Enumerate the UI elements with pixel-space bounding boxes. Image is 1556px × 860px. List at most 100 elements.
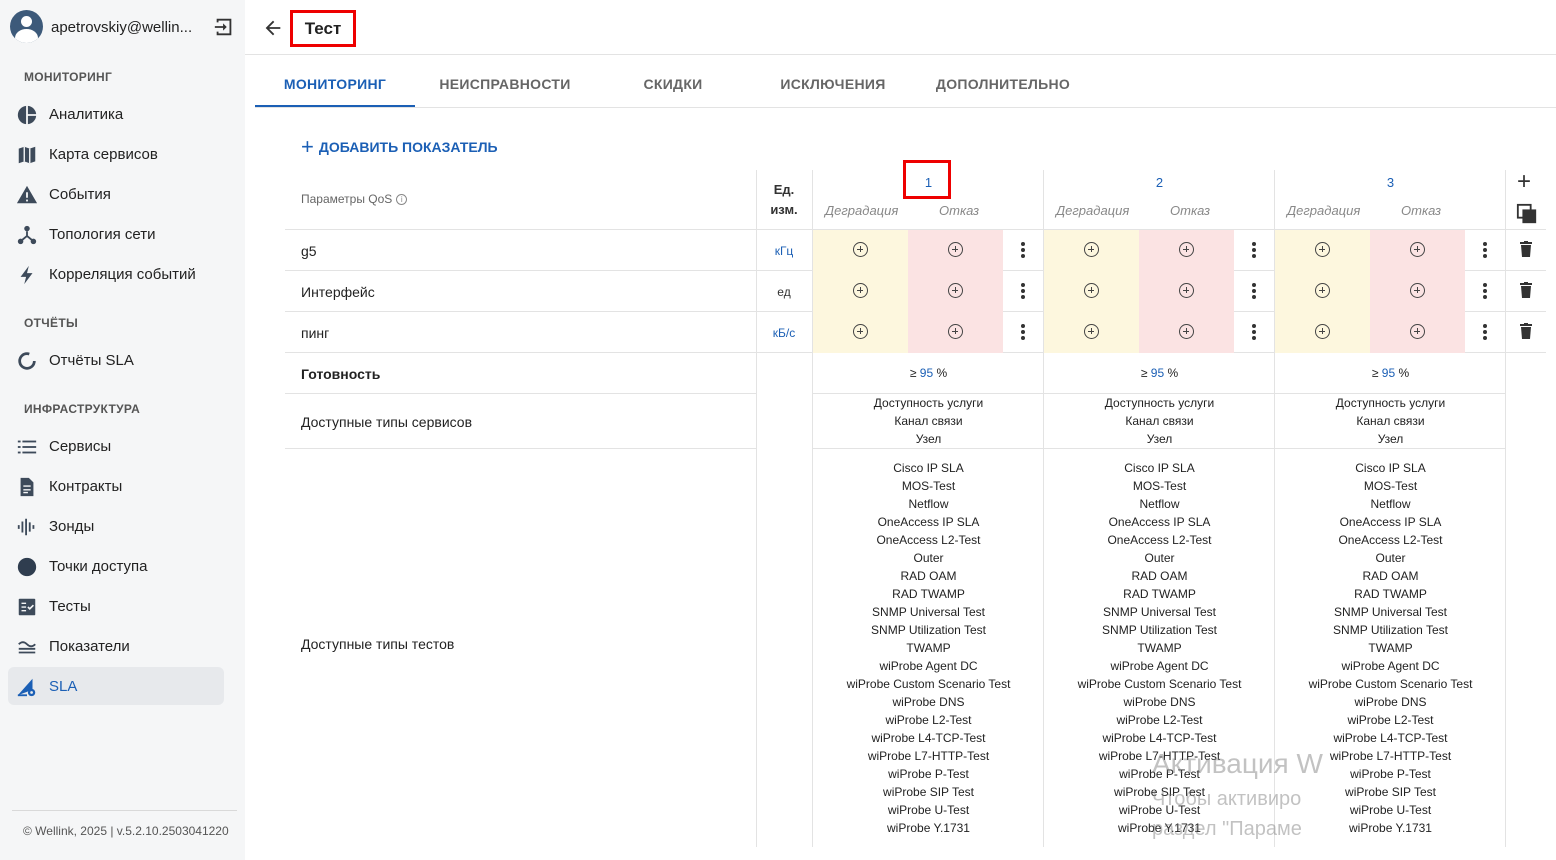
sidebar-item-events[interactable]: События (8, 175, 224, 213)
delete-icon[interactable] (1520, 241, 1532, 257)
add-circle-icon[interactable] (948, 242, 963, 257)
tab-exclusions[interactable]: ИСКЛЮЧЕНИЯ (753, 66, 913, 108)
add-circle-icon[interactable] (1084, 283, 1099, 298)
test-types-label: Доступные типы тестов (301, 636, 455, 652)
add-metric-button[interactable]: + ДОБАВИТЬ ПОКАЗАТЕЛЬ (301, 136, 498, 158)
tab-additional[interactable]: ДОПОЛНИТЕЛЬНО (923, 66, 1083, 108)
add-circle-icon[interactable] (1084, 242, 1099, 257)
sidebar-item-label: Аналитика (49, 106, 124, 123)
sidebar-item-topology[interactable]: Топология сети (8, 215, 224, 253)
failure-cell[interactable] (1370, 230, 1465, 271)
add-circle-icon[interactable] (1179, 242, 1194, 257)
failure-header: Отказ (1401, 203, 1442, 218)
more-vert-icon[interactable] (1483, 283, 1487, 299)
test-type: Outer (1144, 551, 1175, 565)
failure-cell[interactable] (908, 312, 1003, 353)
column-number[interactable]: 1 (813, 175, 1044, 190)
user-row[interactable]: apetrovskiy@wellin... (10, 10, 238, 44)
test-type: wiProbe L4-TCP-Test (1333, 731, 1448, 745)
column-number[interactable]: 2 (1044, 175, 1275, 190)
add-circle-icon[interactable] (853, 242, 868, 257)
degradation-cell[interactable] (813, 230, 908, 271)
failure-cell[interactable] (908, 230, 1003, 271)
test-type: OneAccess IP SLA (1108, 515, 1211, 529)
test-type: Cisco IP SLA (1124, 461, 1195, 475)
delete-icon[interactable] (1520, 282, 1532, 298)
add-circle-icon[interactable] (1315, 242, 1330, 257)
degradation-cell[interactable] (1275, 271, 1370, 312)
add-circle-icon[interactable] (1315, 283, 1330, 298)
sidebar-item-probes[interactable]: Зонды (8, 507, 224, 545)
failure-cell[interactable] (908, 271, 1003, 312)
tab-faults[interactable]: НЕИСПРАВНОСТИ (425, 66, 585, 108)
failure-cell[interactable] (1139, 271, 1234, 312)
add-circle-icon[interactable] (948, 324, 963, 339)
footer-divider (12, 810, 237, 811)
add-circle-icon[interactable] (1315, 324, 1330, 339)
availability-prefix: ≥ (1140, 366, 1148, 380)
sidebar-item-contracts[interactable]: Контракты (8, 467, 224, 505)
sidebar-item-sla[interactable]: SLA (8, 667, 224, 705)
tab-monitoring[interactable]: МОНИТОРИНГ (255, 66, 415, 108)
availability-prefix: ≥ (1371, 366, 1379, 380)
more-vert-icon[interactable] (1252, 283, 1256, 299)
degradation-cell[interactable] (1044, 312, 1139, 353)
test-type: wiProbe L2-Test (1116, 713, 1203, 727)
logout-icon[interactable] (213, 16, 235, 38)
sidebar-item-label: Топология сети (49, 226, 156, 243)
tabs-divider (255, 107, 1556, 108)
degradation-cell[interactable] (813, 312, 908, 353)
sidebar-item-tests[interactable]: Тесты (8, 587, 224, 625)
degradation-cell[interactable] (1044, 230, 1139, 271)
more-vert-icon[interactable] (1021, 242, 1025, 258)
failure-cell[interactable] (1139, 230, 1234, 271)
more-vert-icon[interactable] (1483, 242, 1487, 258)
test-type: wiProbe DNS (1354, 695, 1427, 709)
more-vert-icon[interactable] (1252, 242, 1256, 258)
degradation-cell[interactable] (1044, 271, 1139, 312)
test-type: wiProbe P-Test (888, 767, 969, 781)
delete-icon[interactable] (1520, 323, 1532, 339)
tab-discounts[interactable]: СКИДКИ (593, 66, 753, 108)
add-circle-icon[interactable] (853, 283, 868, 298)
failure-cell[interactable] (1370, 312, 1465, 353)
failure-cell[interactable] (1370, 271, 1465, 312)
test-type: RAD TWAMP (892, 587, 965, 601)
test-type: wiProbe L4-TCP-Test (1102, 731, 1217, 745)
degradation-cell[interactable] (813, 271, 908, 312)
add-circle-icon[interactable] (1084, 324, 1099, 339)
test-type: SNMP Universal Test (1103, 605, 1216, 619)
add-circle-icon[interactable] (853, 324, 868, 339)
metric-unit: кГц (774, 244, 794, 258)
more-vert-icon[interactable] (1252, 324, 1256, 340)
info-icon[interactable]: i (396, 194, 408, 206)
sidebar-item-label: Показатели (49, 638, 130, 655)
add-circle-icon[interactable] (1410, 324, 1425, 339)
test-types-list: Cisco IP SLA MOS-Test Netflow OneAccess IP … (813, 459, 1044, 837)
sidebar-item-analytics[interactable]: Аналитика (8, 95, 224, 133)
column-number[interactable]: 3 (1275, 175, 1506, 190)
failure-cell[interactable] (1139, 312, 1234, 353)
sidebar-item-services[interactable]: Сервисы (8, 427, 224, 465)
add-circle-icon[interactable] (948, 283, 963, 298)
test-types-list: Cisco IP SLA MOS-Test Netflow OneAccess IP … (1044, 459, 1275, 837)
more-vert-icon[interactable] (1483, 324, 1487, 340)
degradation-cell[interactable] (1275, 312, 1370, 353)
more-vert-icon[interactable] (1021, 324, 1025, 340)
add-circle-icon[interactable] (1410, 283, 1425, 298)
add-circle-icon[interactable] (1410, 242, 1425, 257)
add-column-button[interactable]: + (1517, 170, 1531, 194)
test-type: wiProbe L7-HTTP-Test (1098, 749, 1221, 763)
sidebar-item-label: Точки доступа (49, 558, 148, 575)
degradation-cell[interactable] (1275, 230, 1370, 271)
add-circle-icon[interactable] (1179, 283, 1194, 298)
copy-icon[interactable] (1516, 203, 1538, 225)
sidebar-item-metrics[interactable]: Показатели (8, 627, 224, 665)
sidebar-item-access-points[interactable]: Точки доступа (8, 547, 224, 585)
sidebar-item-correlation[interactable]: Корреляция событий (8, 255, 224, 293)
sidebar-item-service-map[interactable]: Карта сервисов (8, 135, 224, 173)
sidebar-item-sla-reports[interactable]: Отчёты SLA (8, 341, 224, 379)
more-vert-icon[interactable] (1021, 283, 1025, 299)
add-circle-icon[interactable] (1179, 324, 1194, 339)
back-arrow-icon[interactable] (262, 17, 284, 39)
